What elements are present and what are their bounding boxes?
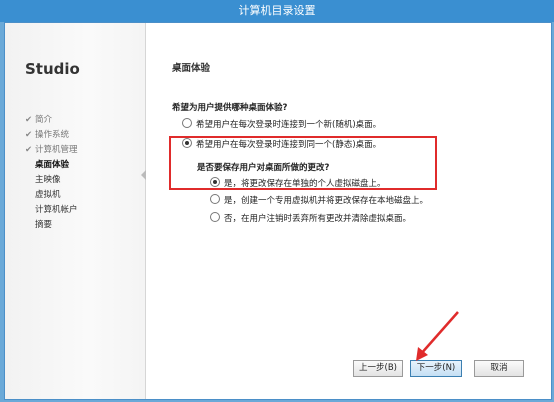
radio-button[interactable] — [210, 212, 220, 222]
step-label: 虚拟机 — [35, 190, 61, 200]
cancel-button[interactable]: 取消 — [474, 360, 524, 377]
step-desktop-experience[interactable]: 桌面体验 — [25, 158, 78, 173]
step-machine-management[interactable]: ✔ 计算机管理 — [25, 143, 78, 158]
brand-title: Studio — [25, 60, 80, 78]
option-dedicated-vm[interactable]: 是，创建一个专用虚拟机并将更改保存在本地磁盘上。 — [210, 194, 428, 206]
radio-button[interactable] — [182, 118, 192, 128]
step-computer-accounts[interactable]: 计算机帐户 — [25, 203, 78, 218]
step-os[interactable]: ✔ 操作系统 — [25, 128, 78, 143]
next-button[interactable]: 下一步(N) — [410, 360, 462, 377]
step-label: 计算机管理 — [35, 145, 78, 155]
step-label: 操作系统 — [35, 130, 70, 140]
wizard-frame: Studio ✔ 简介 ✔ 操作系统 ✔ 计算机管理 桌面体验 主映像 虚拟机 计算机… — [4, 22, 552, 400]
option-random-desktop[interactable]: 希望用户在每次登录时连接到一个新(随机)桌面。 — [182, 118, 381, 130]
active-step-pointer-icon — [141, 170, 146, 180]
desktop-experience-question: 希望为用户提供哪种桌面体验? — [172, 103, 288, 113]
step-label: 摘要 — [35, 220, 53, 230]
option-label: 否，在用户注销时丢弃所有更改并清除虚拟桌面。 — [224, 214, 412, 224]
wizard-content: 桌面体验 希望为用户提供哪种桌面体验? 希望用户在每次登录时连接到一个新(随机)… — [160, 23, 545, 399]
wizard-sidebar: Studio ✔ 简介 ✔ 操作系统 ✔ 计算机管理 桌面体验 主映像 虚拟机 计算机… — [5, 23, 146, 399]
step-label: 桌面体验 — [35, 160, 70, 170]
option-label: 是，创建一个专用虚拟机并将更改保存在本地磁盘上。 — [224, 196, 429, 206]
check-icon: ✔ — [25, 130, 33, 140]
window-title-bar: 计算机目录设置 — [0, 0, 554, 22]
check-icon: ✔ — [25, 145, 33, 155]
step-virtual-machines[interactable]: 虚拟机 — [25, 188, 78, 203]
window-title: 计算机目录设置 — [238, 4, 316, 17]
step-summary[interactable]: 摘要 — [25, 218, 78, 233]
back-button[interactable]: 上一步(B) — [353, 360, 403, 377]
check-icon: ✔ — [25, 115, 33, 125]
step-label: 计算机帐户 — [35, 205, 78, 215]
step-label: 简介 — [35, 115, 53, 125]
option-label: 希望用户在每次登录时连接到一个新(随机)桌面。 — [196, 120, 382, 130]
step-intro[interactable]: ✔ 简介 — [25, 113, 78, 128]
step-label: 主映像 — [35, 175, 61, 185]
option-discard-changes[interactable]: 否，在用户注销时丢弃所有更改并清除虚拟桌面。 — [210, 212, 411, 224]
step-master-image[interactable]: 主映像 — [25, 173, 78, 188]
annotation-highlight-box — [169, 136, 437, 190]
radio-button[interactable] — [210, 194, 220, 204]
wizard-steps: ✔ 简介 ✔ 操作系统 ✔ 计算机管理 桌面体验 主映像 虚拟机 计算机帐户 摘要 — [25, 113, 78, 233]
section-title: 桌面体验 — [172, 63, 211, 74]
